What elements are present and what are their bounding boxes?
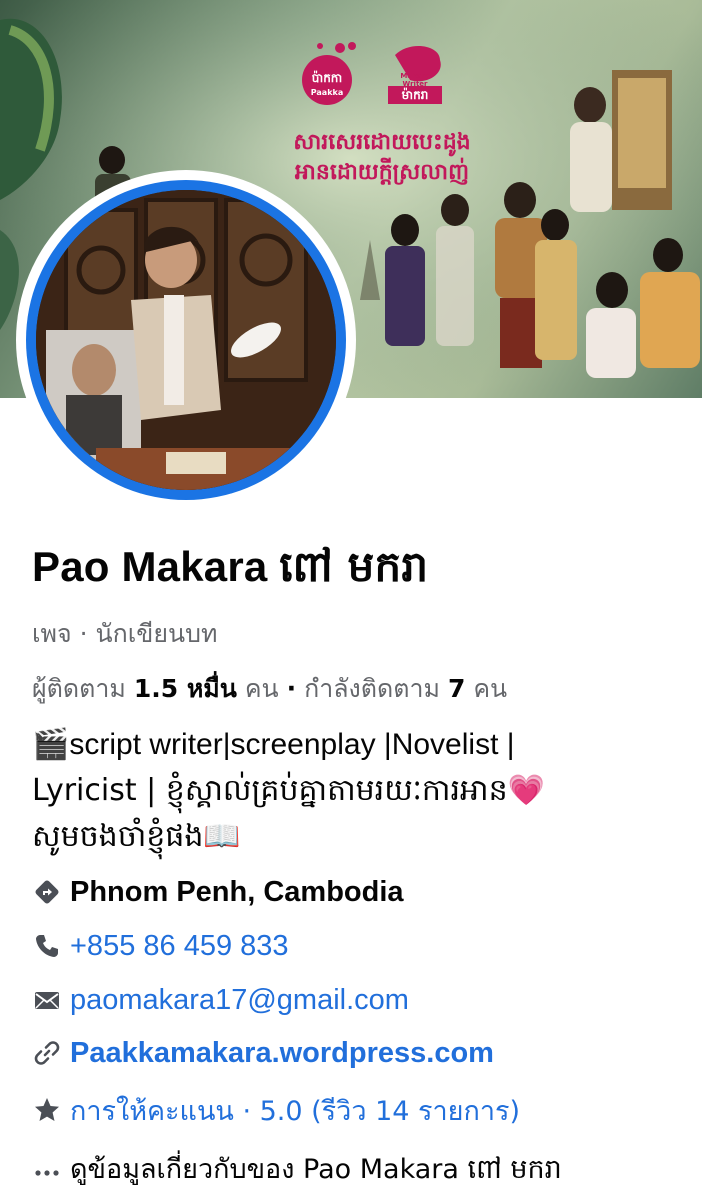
mail-icon [32, 985, 62, 1015]
website-row[interactable]: Paakkamakara.wordpress.com [32, 1033, 494, 1073]
directions-icon [32, 877, 62, 907]
website-link[interactable]: Paakkamakara.wordpress.com [70, 1037, 494, 1070]
following-count[interactable]: 7 [448, 674, 465, 703]
email-link[interactable]: paomakara17@gmail.com [70, 984, 409, 1017]
book-icon: 📖 [203, 820, 241, 853]
followers-unit: คน [244, 674, 279, 703]
rating-row[interactable]: การให้คะแนน · 5.0 (รีวิว 14 รายการ) [32, 1090, 520, 1130]
cover-slogan: សារសេរដោយបេះដូង អានដោយក្ដីស្រលាញ់ [282, 128, 482, 188]
email-row[interactable]: paomakara17@gmail.com [32, 980, 409, 1020]
following-label: กำลังติดตาม [304, 674, 440, 703]
bio-line-1: 🎬script writer|screenplay |Novelist | [32, 722, 672, 768]
phone-row[interactable]: +855 86 459 833 [32, 926, 289, 966]
page-title-latin: Pao Makara [32, 543, 268, 590]
brand-logo-left-subtext: Paakka [310, 88, 344, 97]
star-icon [32, 1095, 62, 1125]
followers-count[interactable]: 1.5 หมื่น [134, 674, 237, 703]
page-bio: 🎬script writer|screenplay |Novelist | Ly… [32, 722, 672, 860]
phone-link[interactable]: +855 86 459 833 [70, 930, 289, 963]
bio-text-2: Lyricist | ខ្ញុំស្គាល់គ្រប់គ្នាតាមរយៈការ… [32, 773, 508, 808]
brand-logo-right-text: ម៉ាករា [401, 88, 429, 102]
clapper-icon: 🎬 [32, 728, 70, 761]
follow-stats: ผู้ติดตาม 1.5 หมื่น คน · กำลังติดตาม 7 ค… [32, 669, 507, 709]
about-row[interactable]: ดูข้อมูลเกี่ยวกับของ Pao Makara ពៅ មករា [32, 1149, 562, 1189]
page-title-khmer: ពៅ មករា [279, 542, 429, 591]
avatar-photo [36, 190, 336, 490]
location-text: Phnom Penh, Cambodia [70, 875, 404, 908]
following-unit: คน [473, 674, 508, 703]
bio-text-3: សូមចងចាំខ្ញុំផង [32, 819, 204, 854]
stats-separator: · [286, 674, 297, 703]
more-icon [32, 1154, 62, 1184]
link-icon [32, 1038, 62, 1068]
followers-label: ผู้ติดตาม [32, 674, 126, 703]
rating-link[interactable]: การให้คะแนน · 5.0 (รีวิว 14 รายการ) [70, 1089, 520, 1132]
brand-logo-right-subtext: Makara Writer [400, 72, 430, 88]
bio-line-2: Lyricist | ខ្ញុំស្គាល់គ្រប់គ្នាតាមរយៈការ… [32, 768, 672, 814]
about-link[interactable]: ดูข้อมูลเกี่ยวกับของ Pao Makara ពៅ មករា [70, 1147, 562, 1192]
cover-slogan-line1: សារសេរដោយបេះដូង [293, 130, 471, 155]
phone-icon [32, 931, 62, 961]
heart-icon: 💗 [507, 774, 545, 807]
profile-avatar[interactable] [36, 190, 336, 490]
page-title: Pao Makara ពៅ មករា [32, 540, 428, 602]
cover-slogan-line2: អានដោយក្ដីស្រលាញ់ [294, 160, 470, 185]
location-row[interactable]: Phnom Penh, Cambodia [32, 872, 404, 912]
bio-text-1: script writer|screenplay |Novelist | [69, 728, 515, 761]
bio-line-3: សូមចងចាំខ្ញុំផង📖 [32, 814, 672, 860]
page-category: เพจ · นักเขียนบท [32, 619, 218, 648]
brand-logo-left-text: ប៉ាកកា [311, 71, 343, 85]
